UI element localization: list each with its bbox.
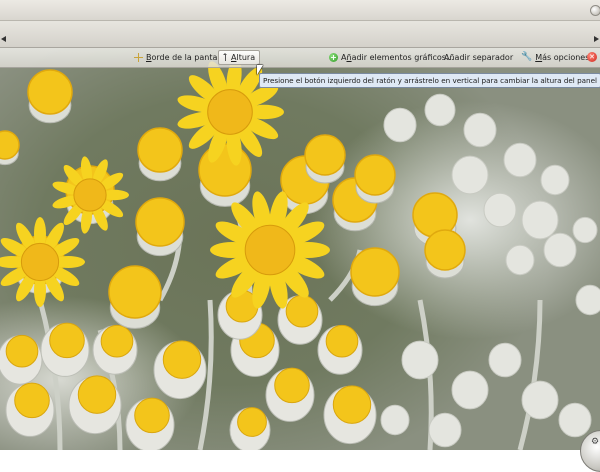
panel-body[interactable] [0,21,600,48]
height-button[interactable]: Altura [218,50,261,65]
grey-bud [451,155,489,195]
yellow-floret [332,385,372,424]
grey-bud [424,93,456,127]
yellow-floret [162,340,202,379]
yellow-floret [274,367,310,404]
yellow-flower-head [350,247,400,297]
yellow-flower-head [135,197,185,247]
grey-bud [503,142,537,178]
more-options-label: Más opciones [535,53,590,62]
grey-bud [383,107,417,143]
grey-bud [521,200,559,240]
yellow-floret [100,324,134,358]
grey-bud [540,164,570,196]
add-spacer-button[interactable]: Añadir separador [444,51,513,64]
add-spacer-label: Añadir separador [444,53,514,62]
move-icon [134,53,143,62]
close-icon[interactable]: ✕ [587,52,597,62]
add-icon: + [329,53,338,62]
more-options-button[interactable]: 🔧 Más opciones [521,51,589,64]
yellow-floret [77,375,117,414]
ray-flower-small [73,178,107,212]
panel-right-arrow-icon[interactable] [594,36,599,42]
wrench-icon: 🔧 [521,52,533,62]
yellow-floret [237,407,267,437]
yellow-floret [14,382,50,419]
grey-bud [488,342,522,378]
grey-bud [380,404,410,436]
yellow-flower-head [108,265,162,319]
yellow-floret [134,397,170,434]
height-icon [223,53,228,62]
screen-edge-button[interactable]: Borde de la pantalla [134,51,227,64]
yellow-floret [325,324,359,358]
panel-top-strip [0,0,600,21]
yellow-flower-head [27,69,73,115]
yellow-floret [5,334,39,368]
yellow-flower-head [137,127,183,173]
panel-top-right-button[interactable] [590,5,600,16]
yellow-flower-head [198,143,252,197]
grey-bud [558,402,592,438]
ray-flower-left [20,242,60,282]
height-tooltip: Presione el botón izquierdo del ratón y … [259,73,600,88]
yellow-flower-head [304,134,346,176]
grey-bud [505,244,535,276]
grey-bud [428,412,462,448]
yellow-flower-head [424,229,466,271]
grey-bud [575,284,600,316]
yellow-flower-head [354,154,396,196]
grey-bud [451,370,489,410]
add-widgets-button[interactable]: + Añadir elementos gráficos... [329,51,454,64]
ray-flower-center [244,224,296,276]
toolbox-icon: ⚙ [591,437,600,447]
add-widgets-label: Añadir elementos gráficos... [341,53,454,62]
yellow-floret [49,322,85,359]
grey-bud [483,192,517,228]
height-label: Altura [231,53,256,62]
grey-bud [521,380,559,420]
yellow-floret [285,294,319,328]
panel-left-arrow-icon[interactable] [1,36,6,42]
grey-bud [401,340,439,380]
ray-flower-top [207,89,253,135]
grey-bud [463,112,497,148]
flower-stem [517,299,543,450]
screen-edge-label: Borde de la pantalla [146,53,227,62]
grey-bud [572,216,598,244]
grey-bud [543,232,577,268]
